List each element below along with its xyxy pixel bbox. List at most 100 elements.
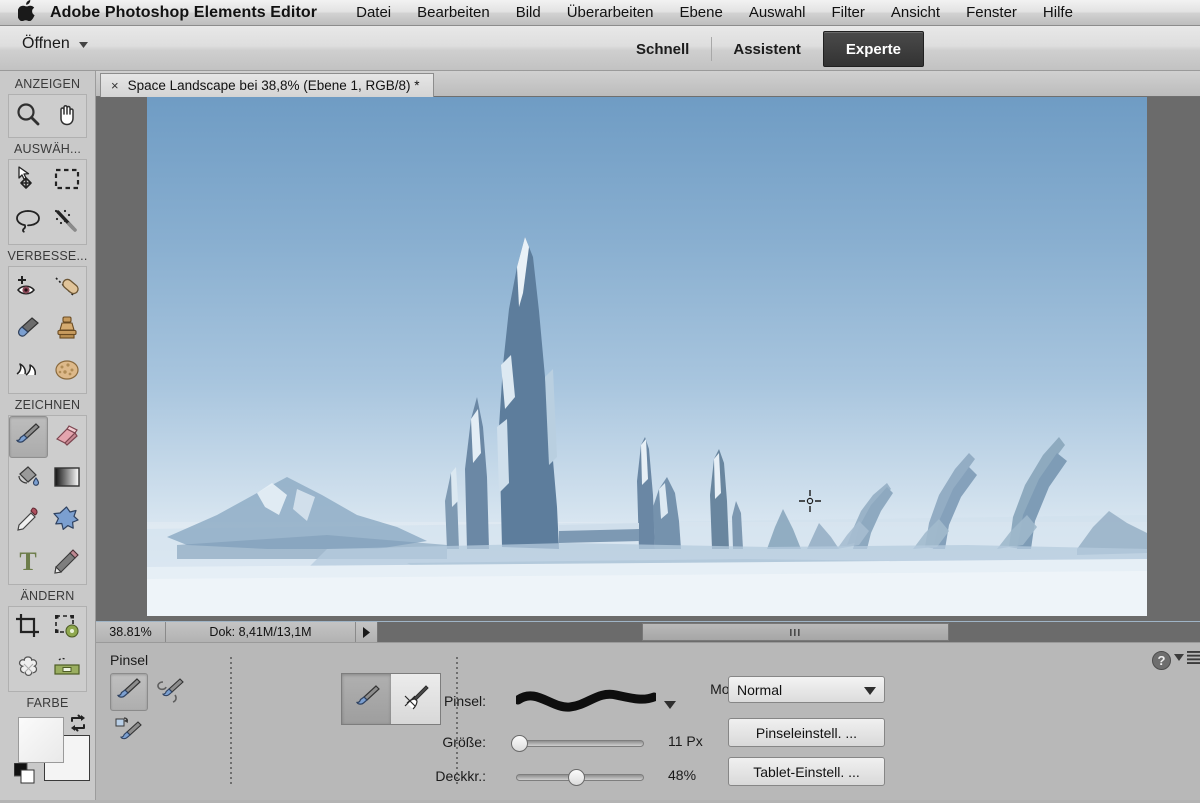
opacity-label: Deckkr.:	[435, 768, 486, 784]
opacity-value: 48%	[668, 767, 697, 783]
menu-item-datei[interactable]: Datei	[343, 4, 404, 21]
app-title: Adobe Photoshop Elements Editor	[50, 3, 318, 21]
brush-settings-button[interactable]: Pinseleinstell. ...	[728, 718, 885, 747]
sponge-tool[interactable]	[48, 351, 87, 393]
open-button-label: Öffnen	[22, 35, 70, 52]
cookie-cutter-tool[interactable]	[9, 649, 48, 691]
apple-logo-icon[interactable]	[17, 0, 36, 26]
menu-item-ueberarbeiten[interactable]: Überarbeiten	[554, 4, 667, 21]
zoom-tool[interactable]	[9, 95, 48, 137]
chevron-down-icon	[864, 682, 876, 698]
menu-item-bild[interactable]: Bild	[503, 4, 554, 21]
smart-brush-tool[interactable]	[9, 309, 48, 351]
color-replacement-brush-icon	[114, 716, 144, 749]
brush-variant-basic[interactable]	[110, 673, 148, 711]
horizontal-scrollbar[interactable]	[378, 622, 1200, 642]
blur-icon	[14, 357, 42, 388]
menu-item-fenster[interactable]: Fenster	[953, 4, 1030, 21]
opacity-slider-knob[interactable]	[568, 769, 585, 786]
document-tab[interactable]: × Space Landscape bei 38,8% (Ebene 1, RG…	[100, 73, 434, 97]
tab-experte[interactable]: Experte	[822, 31, 924, 67]
brush-preset-chevron-icon[interactable]	[664, 696, 676, 714]
eraser-tool[interactable]	[48, 416, 87, 458]
blur-tool[interactable]	[9, 351, 48, 393]
eyedropper-icon	[14, 506, 42, 537]
paint-bucket-tool[interactable]	[9, 458, 48, 500]
paintbrush-icon	[14, 422, 42, 453]
pencil-tool[interactable]	[48, 542, 87, 584]
zoom-level-field[interactable]: 38.81%	[96, 622, 166, 642]
custom-shape-tool[interactable]	[48, 500, 87, 542]
tool-section-label-anzeigen: ANZEIGEN	[14, 77, 81, 91]
gradient-icon	[53, 466, 81, 493]
impressionist-brush-icon	[156, 676, 186, 709]
close-icon[interactable]: ×	[111, 79, 119, 92]
tablet-settings-button[interactable]: Tablet-Einstell. ...	[728, 757, 885, 786]
open-button[interactable]: Öffnen	[22, 35, 88, 53]
size-slider-track[interactable]	[516, 740, 644, 747]
hand-icon	[54, 101, 80, 132]
menu-item-bearbeiten[interactable]: Bearbeiten	[404, 4, 503, 21]
cookie-cutter-flower-icon	[15, 655, 42, 686]
menu-item-hilfe[interactable]: Hilfe	[1030, 4, 1086, 21]
size-slider-knob[interactable]	[511, 735, 528, 752]
brush-tool[interactable]	[9, 416, 48, 458]
mode-tab-group: Schnell Assistent Experte	[614, 31, 924, 67]
red-eye-icon	[14, 273, 42, 304]
red-eye-tool[interactable]	[9, 267, 48, 309]
menu-item-filter[interactable]: Filter	[819, 4, 878, 21]
gradient-tool[interactable]	[48, 458, 87, 500]
options-panel-title: Pinsel	[110, 652, 149, 668]
hand-tool[interactable]	[48, 95, 87, 137]
brush-preview[interactable]	[513, 686, 659, 720]
tab-assistent[interactable]: Assistent	[711, 31, 823, 67]
bandage-icon	[53, 273, 81, 304]
status-expand-arrow-icon[interactable]	[356, 622, 378, 642]
panel-menu-icon[interactable]	[1174, 651, 1200, 664]
grip-dots-icon	[789, 628, 800, 636]
blob-shape-icon	[53, 505, 80, 537]
crop-icon	[15, 613, 41, 644]
recompose-tool[interactable]	[48, 607, 87, 649]
magic-wand-tool[interactable]	[48, 202, 87, 244]
menu-item-ansicht[interactable]: Ansicht	[878, 4, 953, 21]
swap-colors-icon[interactable]	[68, 713, 88, 738]
horizontal-scrollbar-thumb[interactable]	[642, 623, 949, 641]
modus-select-value: Normal	[737, 681, 783, 698]
help-question-icon[interactable]: ?	[1152, 651, 1171, 675]
menu-item-ebene[interactable]: Ebene	[666, 4, 735, 21]
brush-label: Pinsel:	[443, 693, 486, 709]
brush-variant-impressionist[interactable]	[152, 673, 190, 711]
eraser-icon	[53, 423, 81, 452]
document-tab-title: Space Landscape bei 38,8% (Ebene 1, RGB/…	[127, 78, 420, 93]
tab-schnell[interactable]: Schnell	[614, 31, 711, 67]
straighten-tool[interactable]	[48, 649, 87, 691]
paintbrush-icon	[115, 677, 143, 708]
crop-tool[interactable]	[9, 607, 48, 649]
tool-group-verbessern	[8, 266, 87, 394]
rectangular-marquee-icon	[54, 168, 80, 195]
modus-select[interactable]: Normal	[728, 676, 885, 703]
lasso-tool[interactable]	[9, 202, 48, 244]
menu-item-auswahl[interactable]: Auswahl	[736, 4, 819, 21]
brush-variant-replace-color[interactable]	[110, 713, 148, 751]
document-size-field[interactable]: Dok: 8,41M/13,1M	[166, 622, 356, 642]
straighten-level-icon	[53, 656, 81, 685]
spot-healing-tool[interactable]	[48, 267, 87, 309]
smart-brush-icon	[14, 315, 42, 346]
tool-section-label-aendern: ÄNDERN	[20, 589, 75, 603]
tool-section-label-zeichnen: ZEICHNEN	[14, 398, 81, 412]
color-picker-tool[interactable]	[9, 500, 48, 542]
foreground-color-swatch[interactable]	[18, 717, 64, 763]
move-tool[interactable]	[9, 160, 48, 202]
canvas-area[interactable]	[96, 97, 1200, 621]
size-label: Größe:	[442, 734, 486, 750]
artboard[interactable]	[147, 97, 1147, 616]
type-tool[interactable]: T	[9, 542, 48, 584]
marquee-tool[interactable]	[48, 160, 87, 202]
default-colors-icon[interactable]	[13, 762, 36, 790]
clone-stamp-tool[interactable]	[48, 309, 87, 351]
tool-section-label-auswaehlen: AUSWÄH...	[13, 142, 82, 156]
paint-bucket-icon	[15, 464, 42, 495]
tool-group-auswaehlen	[8, 159, 87, 245]
